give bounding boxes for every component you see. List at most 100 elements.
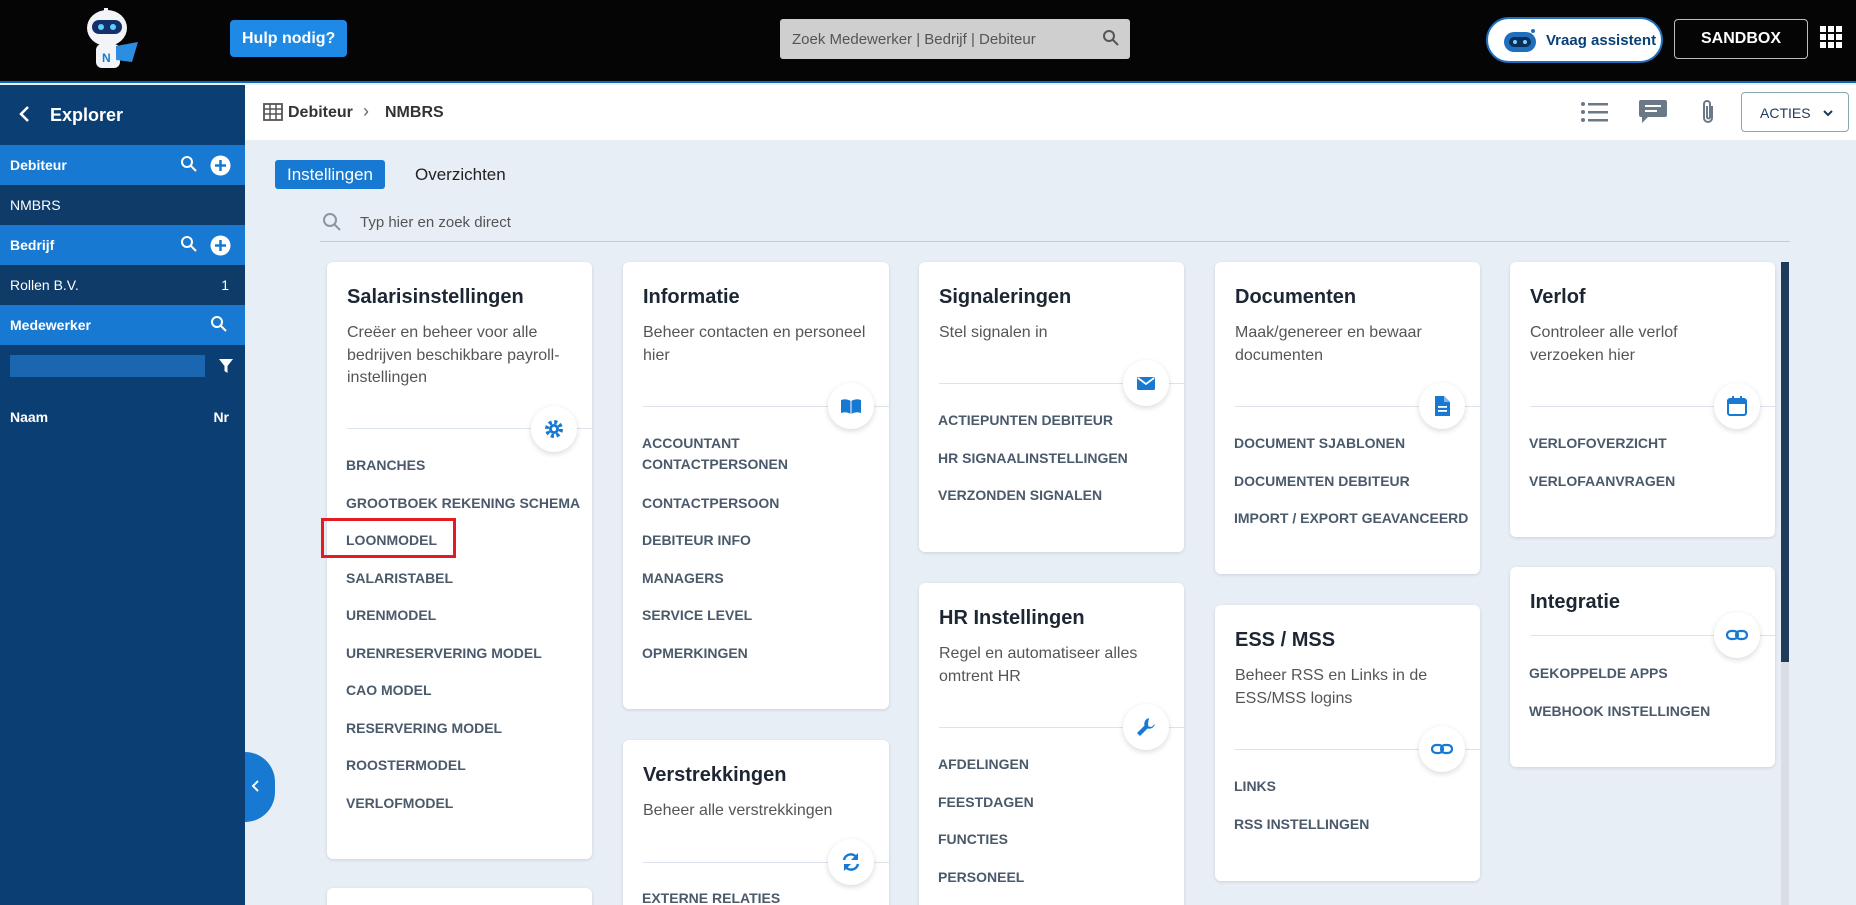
gear-icon: [531, 406, 577, 452]
card-description: Maak/genereer en bewaar documenten: [1235, 324, 1422, 364]
link-rss-instellingen[interactable]: RSS INSTELLINGEN: [1234, 814, 1474, 835]
mail-icon: [1123, 360, 1169, 406]
explorer-header[interactable]: Explorer: [0, 85, 245, 145]
link-functies[interactable]: FUNCTIES: [938, 829, 1178, 850]
comment-icon[interactable]: [1638, 98, 1668, 129]
link-import-export-geavanceerd[interactable]: IMPORT / EXPORT GEAVANCEERD: [1234, 508, 1474, 529]
highlight-box: [321, 518, 456, 558]
card-integratie: Integratie GEKOPPELDE APPS WEBHOOK INSTE…: [1510, 567, 1775, 767]
explorer-sidebar: Explorer Debiteur NMBRS Bedrijf Rollen B…: [0, 85, 245, 905]
sidebar-section-label: Medewerker: [10, 317, 91, 333]
search-icon[interactable]: [180, 155, 198, 176]
medewerker-column-header: Naam Nr: [0, 397, 245, 437]
card-ess-mss: ESS / MSS Beheer RSS en Links in de ESS/…: [1215, 605, 1480, 881]
link-service-level[interactable]: SERVICE LEVEL: [642, 605, 882, 626]
sidebar-item-label: Rollen B.V.: [10, 277, 79, 293]
global-search-input[interactable]: Zoek Medewerker | Bedrijf | Debiteur: [780, 19, 1130, 59]
sandbox-button[interactable]: SANDBOX: [1674, 19, 1808, 59]
card-title: Documenten: [1235, 286, 1357, 308]
sidebar-section-label: Bedrijf: [10, 237, 55, 253]
card-hr-instellingen: HR Instellingen Regel en automatiseer al…: [919, 583, 1184, 905]
paperclip-icon[interactable]: [1700, 98, 1716, 131]
link-contactpersoon[interactable]: CONTACTPERSOON: [642, 493, 882, 514]
link-urenreservering-model[interactable]: URENRESERVERING MODEL: [346, 643, 586, 664]
link-roostermodel[interactable]: ROOSTERMODEL: [346, 755, 586, 776]
link-branches[interactable]: BRANCHES: [346, 455, 586, 476]
tab-instellingen[interactable]: Instellingen: [275, 160, 385, 189]
chevron-right-icon: ›: [363, 101, 369, 121]
link-urenmodel[interactable]: URENMODEL: [346, 605, 586, 626]
link-verlofaanvragen[interactable]: VERLOFAANVRAGEN: [1529, 471, 1769, 492]
refresh-icon: [828, 839, 874, 885]
link-reservering-model[interactable]: RESERVERING MODEL: [346, 718, 586, 739]
card-description: Beheer alle verstrekkingen: [643, 802, 833, 819]
link-icon: [1419, 726, 1465, 772]
card-title: HR Instellingen: [939, 607, 1085, 629]
collapse-sidebar-button[interactable]: [245, 752, 275, 822]
robot-logo-icon[interactable]: N: [70, 6, 144, 74]
link-managers[interactable]: MANAGERS: [642, 568, 882, 589]
assistant-button[interactable]: Vraag assistent: [1486, 17, 1663, 63]
card-description: Stel signalen in: [939, 324, 1048, 341]
content-scrollbar[interactable]: [1781, 262, 1789, 905]
link-grootboek-rekening-schema[interactable]: GROOTBOEK REKENING SCHEMA: [346, 493, 586, 514]
link-document-sjablonen[interactable]: DOCUMENT SJABLONEN: [1234, 433, 1474, 454]
building-icon: [263, 103, 283, 126]
link-verlofoverzicht[interactable]: VERLOFOVERZICHT: [1529, 433, 1769, 454]
assistant-label: Vraag assistent: [1546, 32, 1657, 49]
link-icon: [1714, 612, 1760, 658]
link-verzonden-signalen[interactable]: VERZONDEN SIGNALEN: [938, 485, 1178, 506]
link-verlofmodel[interactable]: VERLOFMODEL: [346, 793, 586, 814]
list-icon[interactable]: [1580, 100, 1608, 129]
card-description: Regel en automatiseer alles omtrent HR: [939, 645, 1138, 685]
link-externe-relaties[interactable]: EXTERNE RELATIES: [642, 888, 882, 905]
search-icon[interactable]: [180, 235, 198, 256]
add-circle-icon[interactable]: [210, 235, 231, 259]
link-webhook-instellingen[interactable]: WEBHOOK INSTELLINGEN: [1529, 701, 1769, 722]
link-actiepunten-debiteur[interactable]: ACTIEPUNTEN DEBITEUR: [938, 410, 1178, 431]
chevron-down-icon: [1822, 105, 1834, 121]
card-verlof: Verlof Controleer alle verlof verzoeken …: [1510, 262, 1775, 537]
card-description: Beheer contacten en personeel hier: [643, 324, 866, 364]
tab-overzichten[interactable]: Overzichten: [415, 165, 506, 185]
search-icon: [1102, 29, 1120, 52]
link-feestdagen[interactable]: FEESTDAGEN: [938, 792, 1178, 813]
help-button[interactable]: Hulp nodig?: [230, 20, 348, 57]
link-gekoppelde-apps[interactable]: GEKOPPELDE APPS: [1529, 663, 1769, 684]
search-icon[interactable]: [210, 315, 228, 336]
link-documenten-debiteur[interactable]: DOCUMENTEN DEBITEUR: [1234, 471, 1474, 492]
sidebar-item-count: 1: [221, 277, 229, 293]
link-cao-model[interactable]: CAO MODEL: [346, 680, 586, 701]
scrollbar-thumb[interactable]: [1781, 262, 1789, 662]
link-salaristabel[interactable]: SALARISTABEL: [346, 568, 586, 589]
apps-grid-icon[interactable]: [1820, 26, 1842, 48]
chevron-left-icon[interactable]: [18, 105, 32, 128]
card-description: Beheer RSS en Links in de ESS/MSS logins: [1235, 667, 1428, 707]
assistant-bot-icon: [1502, 28, 1538, 59]
medewerker-filter-input[interactable]: [10, 355, 205, 377]
link-afdelingen[interactable]: AFDELINGEN: [938, 754, 1178, 775]
actions-dropdown-button[interactable]: ACTIES: [1741, 92, 1849, 132]
card-verstrekkingen: Verstrekkingen Beheer alle verstrekkinge…: [623, 740, 889, 905]
link-personeel[interactable]: PERSONEEL: [938, 867, 1178, 888]
filter-icon[interactable]: [218, 358, 234, 379]
link-opmerkingen[interactable]: OPMERKINGEN: [642, 643, 882, 664]
sidebar-section-bedrijf[interactable]: Bedrijf: [0, 225, 245, 265]
link-links[interactable]: LINKS: [1234, 776, 1474, 797]
add-circle-icon[interactable]: [210, 155, 231, 179]
global-search-placeholder: Zoek Medewerker | Bedrijf | Debiteur: [792, 31, 1036, 48]
link-accountant-contactpersonen[interactable]: ACCOUNTANT CONTACTPERSONEN: [642, 433, 842, 475]
sidebar-item-rollen[interactable]: Rollen B.V. 1: [0, 265, 245, 305]
card-informatie: Informatie Beheer contacten en personeel…: [623, 262, 889, 709]
card-title: Informatie: [643, 286, 740, 308]
actions-label: ACTIES: [1760, 105, 1811, 121]
card-title: Integratie: [1530, 591, 1621, 613]
settings-search-input[interactable]: Typ hier en zoek direct: [320, 210, 1790, 242]
link-debiteur-info[interactable]: DEBITEUR INFO: [642, 530, 882, 551]
sidebar-section-medewerker[interactable]: Medewerker: [0, 305, 245, 345]
svg-text:N: N: [102, 51, 111, 65]
sidebar-item-nmbrs[interactable]: NMBRS: [0, 185, 245, 225]
link-hr-signaalinstellingen[interactable]: HR SIGNAALINSTELLINGEN: [938, 448, 1178, 469]
breadcrumb-debiteur[interactable]: Debiteur: [288, 104, 353, 122]
sidebar-section-debiteur[interactable]: Debiteur: [0, 145, 245, 185]
